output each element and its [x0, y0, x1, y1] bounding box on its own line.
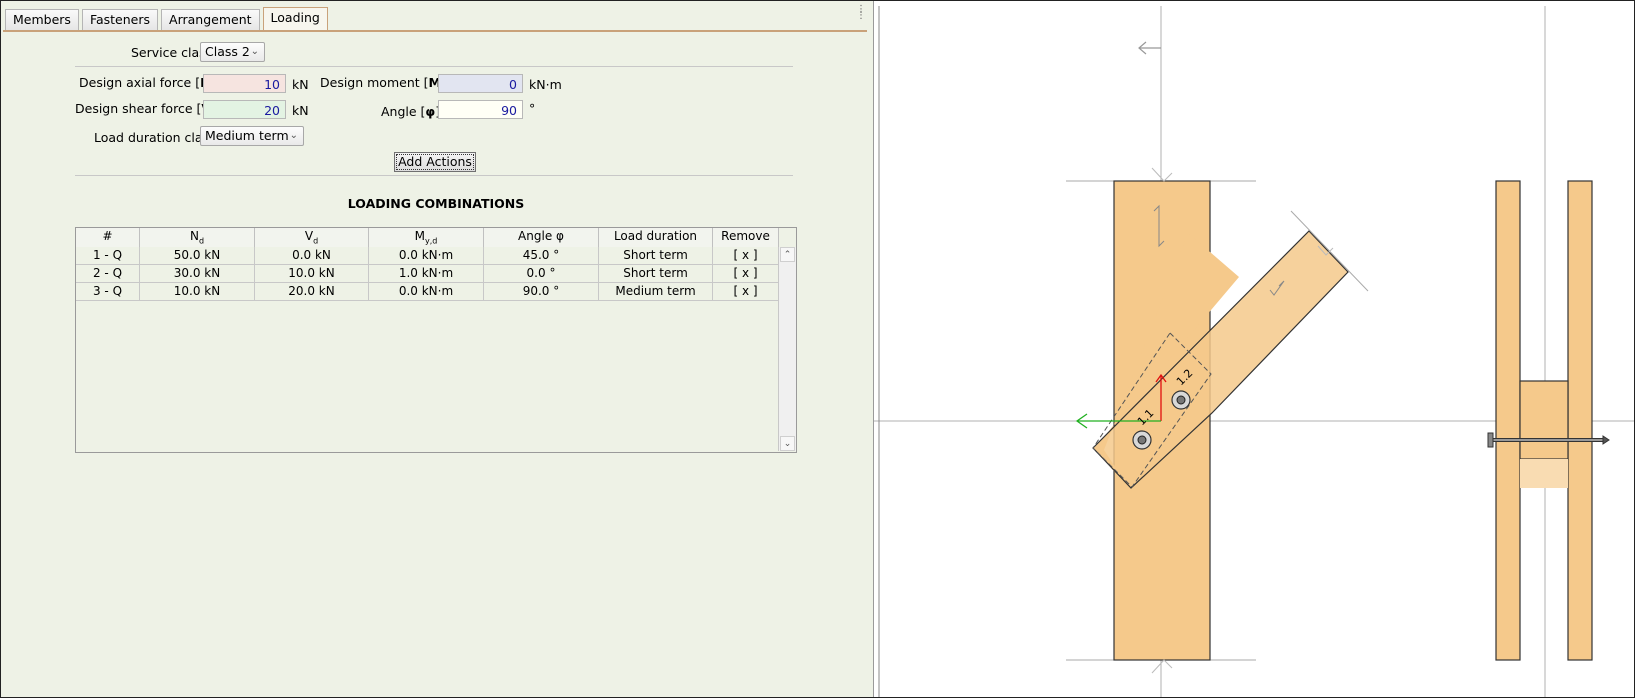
cell-vd: 10.0 kN	[255, 265, 369, 282]
column-header[interactable]: My,d	[369, 228, 484, 247]
cell-angle: 45.0 °	[484, 247, 599, 264]
row-id: 2 - Q	[76, 265, 140, 282]
axial-force-label: Design axial force [Nd]	[79, 75, 221, 94]
chevron-down-icon: ⌄	[250, 46, 259, 57]
tab-underline	[3, 30, 867, 32]
cell-duration: Medium term	[599, 283, 713, 300]
cell-vd: 0.0 kN	[255, 247, 369, 264]
column-header[interactable]: Load duration class	[599, 228, 713, 260]
separator	[75, 66, 793, 67]
cell-myd: 0.0 kN·m	[369, 247, 484, 264]
fastener-1-2-icon	[1171, 390, 1191, 410]
app-window: Members Fasteners Arrangement Loading ⋮ ⋮…	[0, 0, 1635, 698]
column-header[interactable]: Nd	[140, 228, 255, 247]
shear-force-input[interactable]: 20	[203, 100, 286, 119]
table-header: # Nd Vd My,d Angle φ Load duration class…	[76, 228, 779, 260]
row-id: 1 - Q	[76, 247, 140, 264]
column-header[interactable]: Angle φ	[484, 228, 599, 247]
cell-angle: 90.0 °	[484, 283, 599, 300]
service-class-value: Class 2	[205, 44, 250, 59]
design-moment-unit: kN·m	[529, 77, 562, 92]
load-duration-value: Medium term	[205, 128, 289, 143]
side-view-bolt-tip-icon	[1602, 435, 1610, 445]
remove-row-button[interactable]: [ x ]	[713, 247, 779, 264]
vertical-scrollbar[interactable]: ⌃ ⌄	[778, 247, 796, 451]
side-view-outer-plate-left	[1495, 180, 1521, 661]
cut-mark-icon	[1151, 659, 1173, 674]
cell-nd: 30.0 kN	[140, 265, 255, 282]
cell-duration: Short term	[599, 247, 713, 264]
separator	[75, 175, 793, 176]
service-class-select[interactable]: Class 2 ⌄	[200, 42, 265, 62]
cell-nd: 50.0 kN	[140, 247, 255, 264]
remove-row-button[interactable]: [ x ]	[713, 283, 779, 300]
side-view-middle-member-lower	[1520, 459, 1568, 488]
cell-myd: 1.0 kN·m	[369, 265, 484, 282]
column-header[interactable]: Vd	[255, 228, 369, 247]
column-header[interactable]: Remove	[713, 228, 779, 247]
add-actions-button[interactable]: Add Actions	[394, 152, 476, 172]
shear-force-unit: kN	[292, 103, 309, 118]
scroll-up-icon[interactable]: ⌃	[780, 247, 795, 262]
design-moment-label: Design moment [Md]	[320, 75, 452, 94]
load-duration-label: Load duration class	[94, 130, 216, 145]
cell-nd: 10.0 kN	[140, 283, 255, 300]
connection-drawing-panel[interactable]: 1.1 1.2	[874, 1, 1635, 698]
tab-arrangement[interactable]: Arrangement	[161, 9, 260, 30]
cell-duration: Short term	[599, 265, 713, 282]
shear-force-label: Design shear force [Vd]	[75, 101, 222, 120]
table-row[interactable]: 2 - Q 30.0 kN 10.0 kN 1.0 kN·m 0.0 ° Sho…	[76, 265, 779, 283]
loading-panel: Members Fasteners Arrangement Loading ⋮ ⋮…	[1, 1, 874, 697]
axial-force-input[interactable]: 10	[203, 74, 286, 93]
row-id: 3 - Q	[76, 283, 140, 300]
side-view-middle-member	[1519, 380, 1569, 460]
table-row[interactable]: 3 - Q 10.0 kN 20.0 kN 0.0 kN·m 90.0 ° Me…	[76, 283, 779, 301]
scroll-down-icon[interactable]: ⌄	[780, 436, 795, 451]
remove-row-button[interactable]: [ x ]	[713, 265, 779, 282]
connection-drawing[interactable]: 1.1 1.2	[874, 1, 1635, 698]
side-view-outer-plate-right	[1567, 180, 1593, 661]
loading-combinations-table: # Nd Vd My,d Angle φ Load duration class…	[75, 227, 797, 453]
angle-unit: °	[529, 101, 536, 116]
tab-bar: Members Fasteners Arrangement Loading	[5, 7, 331, 31]
tab-loading[interactable]: Loading	[262, 7, 328, 30]
column-header[interactable]: #	[76, 228, 140, 247]
design-moment-input[interactable]: 0	[438, 74, 523, 93]
tab-members[interactable]: Members	[5, 9, 79, 30]
angle-input[interactable]: 90	[438, 100, 523, 119]
cell-vd: 20.0 kN	[255, 283, 369, 300]
cell-myd: 0.0 kN·m	[369, 283, 484, 300]
cell-angle: 0.0 °	[484, 265, 599, 282]
table-row[interactable]: 1 - Q 50.0 kN 0.0 kN 0.0 kN·m 45.0 ° Sho…	[76, 247, 779, 265]
axial-force-unit: kN	[292, 77, 309, 92]
tab-fasteners[interactable]: Fasteners	[81, 9, 159, 30]
angle-label: Angle [φ]	[381, 104, 440, 119]
loading-combinations-title: LOADING COMBINATIONS	[347, 196, 525, 211]
splitter-grip-icon[interactable]: ⋮ ⋮	[856, 5, 866, 25]
side-view-bolt-head-icon	[1487, 432, 1494, 448]
cut-mark-icon	[1151, 167, 1173, 182]
fastener-1-1-icon	[1132, 430, 1152, 450]
chevron-down-icon: ⌄	[289, 130, 298, 141]
load-duration-select[interactable]: Medium term ⌄	[200, 126, 304, 146]
